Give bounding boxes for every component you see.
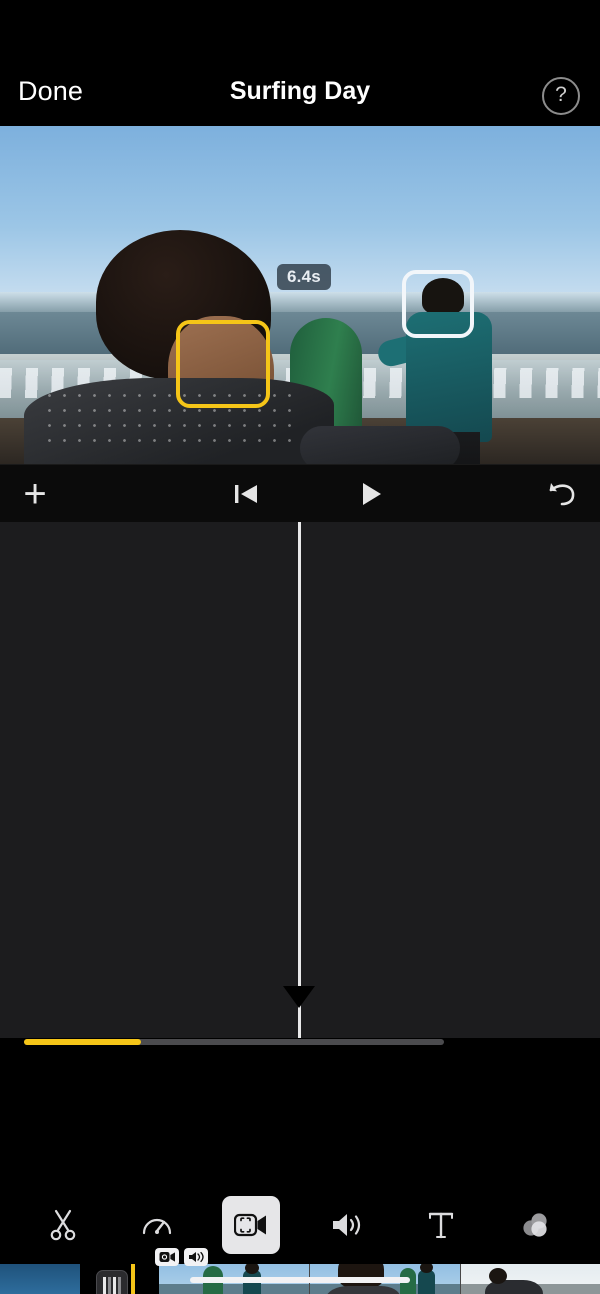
tab-cinematic[interactable]	[222, 1196, 280, 1254]
focus-box-detected-subject[interactable]	[402, 270, 474, 338]
add-media-icon[interactable]: +	[8, 465, 62, 523]
imovie-cinematic-screen: Done Surfing Day ? 6.4s +	[0, 0, 600, 1294]
timeline[interactable]	[0, 522, 600, 1294]
cinematic-icon	[155, 1248, 179, 1266]
video-preview[interactable]: 6.4s	[0, 126, 600, 464]
transition-bar	[118, 1277, 121, 1294]
tab-filters[interactable]	[506, 1196, 564, 1254]
cinematic-control-panel: CINEMATIC ƒ 3.5	[0, 1038, 600, 1186]
playhead-tip	[283, 986, 315, 1008]
clip-badge-group	[155, 1248, 208, 1266]
focus-box-locked-subject[interactable]	[176, 320, 270, 408]
preview-foreground-subject-arm	[300, 426, 460, 464]
tab-cut[interactable]	[34, 1196, 92, 1254]
transition-button[interactable]	[96, 1270, 128, 1294]
status-bar	[0, 0, 600, 58]
play-icon[interactable]	[344, 465, 398, 523]
transition-bar	[113, 1277, 116, 1294]
tab-volume[interactable]	[318, 1196, 376, 1254]
undo-icon[interactable]	[534, 465, 588, 523]
help-icon[interactable]: ?	[542, 77, 580, 115]
skip-to-start-icon[interactable]	[220, 465, 274, 523]
duration-badge: 6.4s	[277, 264, 331, 290]
playhead[interactable]	[298, 522, 301, 1038]
tab-speed[interactable]	[128, 1196, 186, 1254]
navigation-bar: Done Surfing Day ?	[0, 58, 600, 126]
depth-slider-fill	[24, 1039, 141, 1045]
editor-toolbar: +	[0, 464, 600, 523]
tab-titles[interactable]	[412, 1196, 470, 1254]
audio-muted-icon	[184, 1248, 208, 1266]
bottom-tab-bar	[0, 1186, 600, 1264]
project-title: Surfing Day	[229, 77, 371, 105]
home-indicator	[190, 1277, 410, 1283]
transition-bar	[108, 1277, 111, 1294]
transition-bar	[103, 1277, 106, 1294]
preview-horizon	[0, 292, 600, 314]
